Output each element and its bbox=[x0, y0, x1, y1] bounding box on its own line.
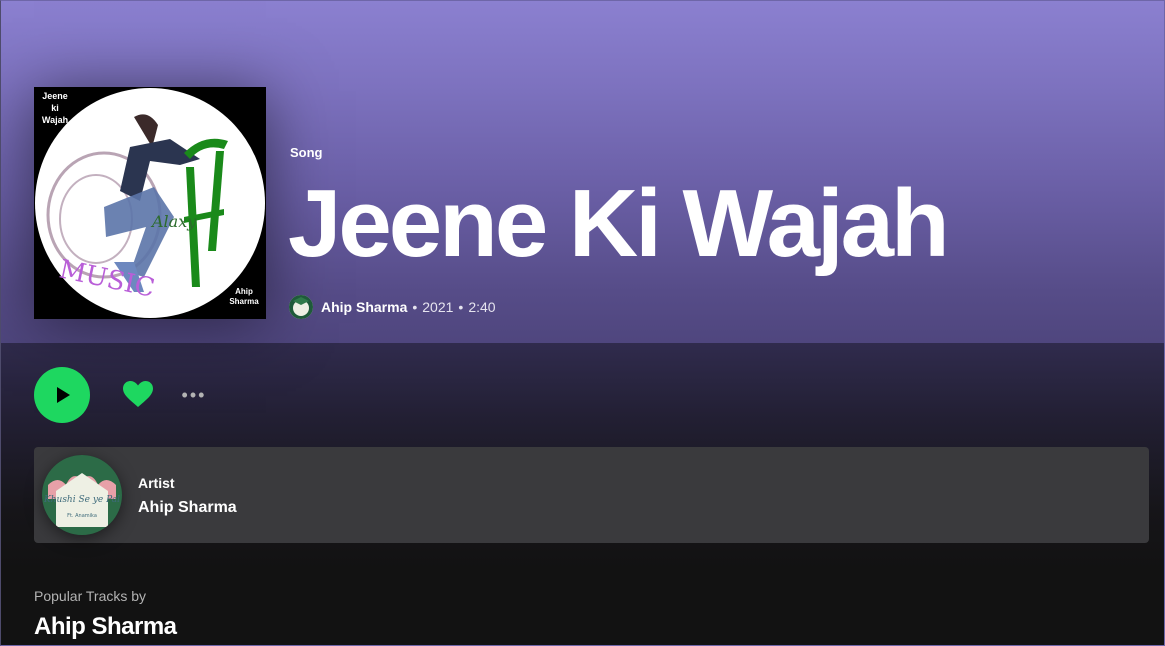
song-meta: Ahip Sharma • 2021 • 2:40 bbox=[289, 294, 496, 320]
artist-link[interactable]: Ahip Sharma bbox=[321, 299, 407, 315]
play-button[interactable] bbox=[34, 367, 90, 423]
meta-separator: • bbox=[458, 299, 464, 315]
cover-artist-text: Ahip Sharma bbox=[229, 287, 259, 306]
meta-separator: • bbox=[412, 299, 418, 315]
artist-avatar-small[interactable] bbox=[289, 295, 313, 319]
release-year: 2021 bbox=[422, 299, 454, 315]
artist-avatar: Khushi Se ye Pal Ft. Anamika bbox=[42, 455, 122, 535]
artist-avatar-image: Khushi Se ye Pal Ft. Anamika bbox=[42, 455, 122, 535]
play-icon bbox=[57, 387, 70, 403]
item-type-label: Song bbox=[290, 145, 323, 160]
song-page: MUSIC Alaxy Jeene ki Wajah Ahip Sharma S… bbox=[0, 0, 1165, 646]
like-button[interactable] bbox=[122, 379, 154, 411]
album-cover: MUSIC Alaxy Jeene ki Wajah Ahip Sharma bbox=[34, 87, 266, 319]
artist-avatar-image bbox=[289, 295, 313, 319]
avatar-subtext: Ft. Anamika bbox=[67, 513, 97, 519]
song-duration: 2:40 bbox=[468, 299, 496, 315]
cover-title-text: Jeene ki Wajah bbox=[41, 91, 69, 125]
artist-card-label: Artist bbox=[138, 475, 175, 491]
cover-logo-sub: Alaxy bbox=[150, 212, 197, 231]
avatar-text: Khushi Se ye Pal bbox=[43, 495, 120, 505]
more-options-button[interactable]: ••• bbox=[177, 382, 211, 408]
popular-tracks-artist[interactable]: Ahip Sharma bbox=[34, 613, 177, 641]
artist-card-name[interactable]: Ahip Sharma bbox=[138, 499, 237, 517]
popular-tracks-label: Popular Tracks by bbox=[34, 588, 147, 604]
artist-card[interactable]: Khushi Se ye Pal Ft. Anamika Artist Ahip… bbox=[34, 447, 1149, 543]
song-title: Jeene Ki Wajah bbox=[288, 170, 950, 277]
heart-icon bbox=[123, 381, 153, 407]
ellipsis-icon: ••• bbox=[181, 384, 207, 405]
